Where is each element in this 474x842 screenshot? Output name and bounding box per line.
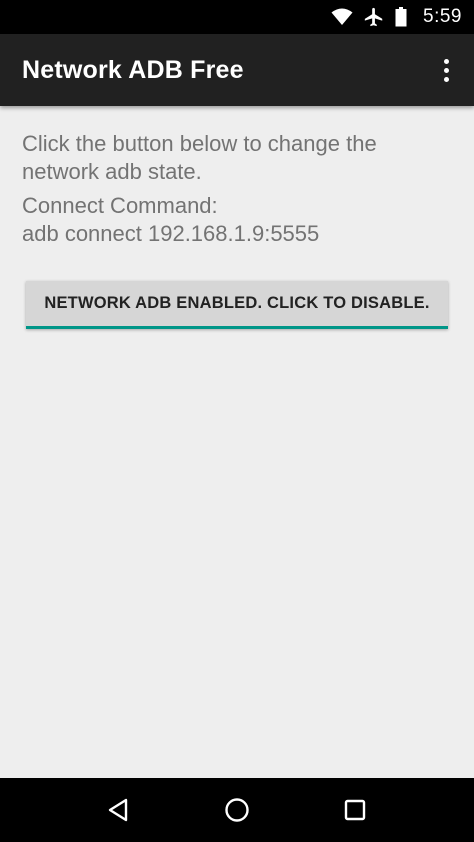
home-icon[interactable] [213,786,261,834]
connect-command: adb connect 192.168.1.9:5555 [22,221,320,246]
battery-icon [395,7,407,27]
more-vert-icon[interactable] [434,52,458,88]
instruction-text: Click the button below to change the net… [22,131,377,184]
phone-screen: 5:59 Network ADB Free Click the button b… [0,0,474,842]
recents-icon[interactable] [331,786,379,834]
back-icon[interactable] [95,786,143,834]
main-content: Click the button below to change the net… [0,106,474,778]
connect-label: Connect Command: [22,193,218,218]
status-time: 5:59 [423,6,462,27]
airplane-mode-icon [363,6,385,28]
navigation-bar [0,778,474,842]
toggle-network-adb-button[interactable]: NETWORK ADB ENABLED. CLICK TO DISABLE. [26,281,448,329]
wifi-icon [331,8,353,26]
connect-block: Connect Command: adb connect 192.168.1.9… [22,192,452,248]
app-title: Network ADB Free [22,55,244,84]
status-bar: 5:59 [0,0,474,34]
app-bar: Network ADB Free [0,34,474,106]
